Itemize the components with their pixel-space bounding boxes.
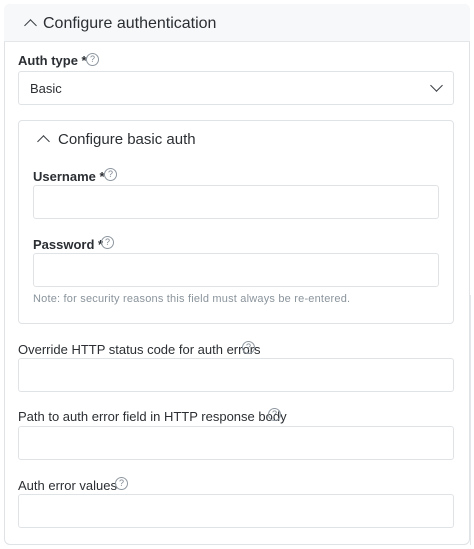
error-path-label: Path to auth error field in HTTP respons…: [18, 409, 287, 424]
auth-type-selected-value: Basic: [30, 81, 62, 96]
help-circle-icon[interactable]: ?: [242, 341, 255, 354]
help-circle-icon[interactable]: ?: [115, 477, 128, 490]
basic-auth-title[interactable]: Configure basic auth: [58, 131, 196, 148]
auth-type-label: Auth type *: [18, 53, 87, 68]
override-status-input[interactable]: [18, 358, 454, 392]
override-status-label: Override HTTP status code for auth error…: [18, 342, 261, 357]
chevron-up-icon[interactable]: [37, 135, 50, 148]
password-label: Password *: [33, 237, 104, 252]
password-note: Note: for security reasons this field mu…: [33, 293, 351, 305]
authentication-panel-header[interactable]: Configure authentication: [4, 4, 470, 42]
panel-title: Configure authentication: [43, 15, 217, 32]
password-input[interactable]: [33, 253, 439, 287]
basic-auth-subpanel: Configure basic auth Username * ? Passwo…: [18, 120, 454, 324]
help-circle-icon[interactable]: ?: [268, 408, 281, 421]
error-values-label: Auth error values: [18, 478, 117, 493]
help-circle-icon[interactable]: ?: [86, 53, 99, 66]
chevron-up-icon[interactable]: [24, 19, 37, 32]
help-circle-icon[interactable]: ?: [101, 236, 114, 249]
error-values-input[interactable]: [18, 494, 454, 528]
help-circle-icon[interactable]: ?: [104, 168, 117, 181]
chevron-down-icon[interactable]: [430, 79, 443, 92]
username-label: Username *: [33, 169, 105, 184]
auth-type-select[interactable]: Basic: [18, 71, 454, 105]
scrollbar-track[interactable]: [470, 295, 471, 545]
error-path-input[interactable]: [18, 426, 454, 460]
username-input[interactable]: [33, 185, 439, 219]
